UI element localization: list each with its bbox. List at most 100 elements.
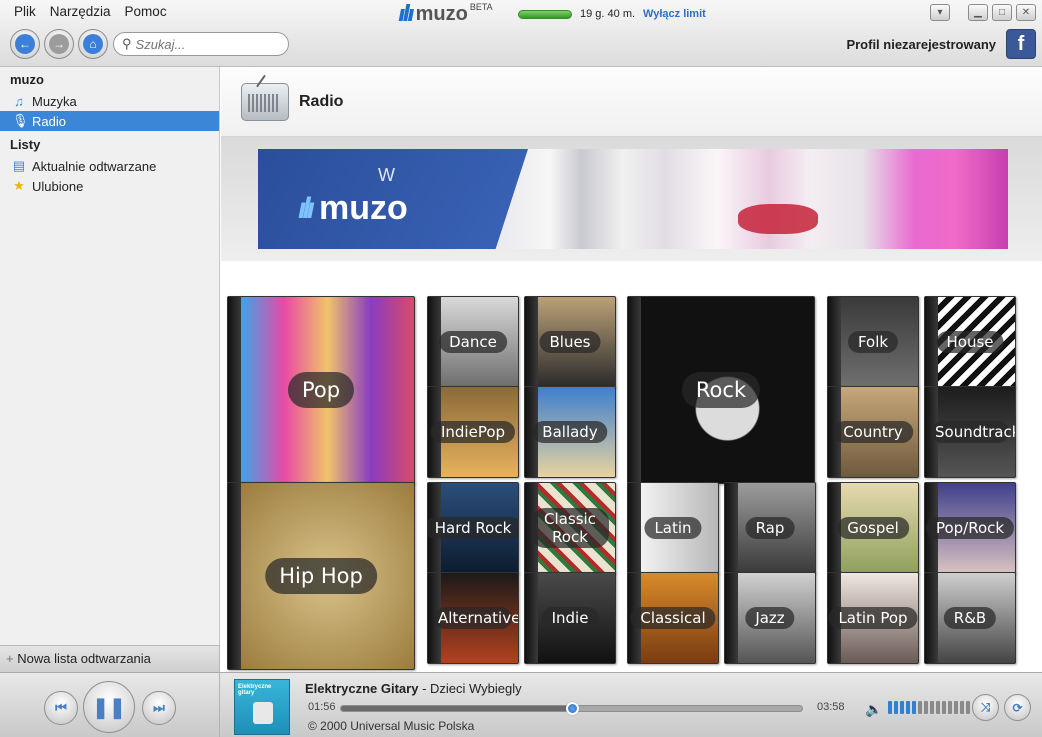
cd-spine [828, 297, 841, 387]
repeat-icon: ⟳ [1012, 700, 1023, 715]
genre-label: Ballady [532, 421, 608, 443]
minimize-button[interactable]: ▁ [968, 4, 988, 21]
forward-button[interactable]: → [44, 29, 74, 59]
home-button[interactable]: ⌂ [78, 29, 108, 59]
sidebar-item-muzyka[interactable]: ♫ Muzyka [0, 91, 219, 111]
pause-button[interactable]: ❚❚ [83, 681, 135, 733]
genre-label: Country [833, 421, 913, 443]
genre-tile-folk[interactable]: Folk [827, 296, 919, 388]
volume-icon[interactable]: 🔈 [865, 701, 882, 718]
banner-area: W ılı muzo [221, 137, 1042, 261]
genre-label: Pop/Rock [925, 517, 1015, 539]
genre-tile-gospel[interactable]: Gospel [827, 482, 919, 574]
shuffle-button[interactable]: ⤨ [972, 694, 999, 721]
genre-tile-classical[interactable]: Classical [627, 572, 719, 664]
arrow-left-icon: ← [15, 34, 35, 54]
repeat-button[interactable]: ⟳ [1004, 694, 1031, 721]
star-icon: ★ [13, 178, 25, 193]
genre-tile-rock[interactable]: Rock [627, 296, 815, 484]
previous-button[interactable]: ⏮ [44, 691, 78, 725]
dropdown-button[interactable]: ▾ [930, 4, 950, 21]
genre-tile-jazz[interactable]: Jazz [724, 572, 816, 664]
volume-bar[interactable] [960, 701, 964, 714]
navigation: ← → ⌂ [10, 29, 108, 59]
beta-badge: BETA [469, 1, 493, 12]
genre-tile-latin-pop[interactable]: Latin Pop [827, 572, 919, 664]
sidebar-item-now-playing[interactable]: ▤ Aktualnie odtwarzane [0, 156, 219, 176]
volume-bar[interactable] [918, 701, 922, 714]
volume-bar[interactable] [954, 701, 958, 714]
genre-label: Folk [847, 331, 899, 353]
seek-bar[interactable] [340, 702, 803, 715]
volume-bar[interactable] [930, 701, 934, 714]
new-playlist-button[interactable]: + Nowa lista odtwarzania [0, 645, 220, 672]
limit-bar [518, 9, 572, 19]
genre-tile-ballady[interactable]: Ballady [524, 386, 616, 478]
seek-handle[interactable] [565, 702, 579, 715]
playback-controls: ⏮ ❚❚ ⏭ [0, 673, 220, 737]
genre-tile-rap[interactable]: Rap [724, 482, 816, 574]
maximize-button[interactable]: □ [992, 4, 1012, 21]
next-icon: ⏭ [153, 700, 165, 715]
genre-tile-indiepop[interactable]: IndiePop [427, 386, 519, 478]
pause-icon: ❚❚ [92, 696, 126, 719]
genre-tile-classic-rock[interactable]: Classic Rock [524, 482, 616, 574]
genre-tile-hard-rock[interactable]: Hard Rock [427, 482, 519, 574]
cd-spine [925, 573, 938, 663]
volume-bar[interactable] [900, 701, 904, 714]
genre-tile-latin[interactable]: Latin [627, 482, 719, 574]
facebook-button[interactable]: f [1006, 29, 1036, 59]
genre-tile-indie[interactable]: Indie [524, 572, 616, 664]
previous-icon: ⏮ [55, 700, 67, 715]
track-separator: - [418, 681, 431, 696]
volume-bar[interactable] [888, 701, 892, 714]
menu-bar: Plik Narzędzia Pomoc [14, 4, 167, 19]
genre-tile-soundtracks[interactable]: Soundtracks [924, 386, 1016, 478]
close-icon: ✕ [1021, 7, 1031, 18]
volume-bar[interactable] [924, 701, 928, 714]
volume-bar[interactable] [966, 701, 970, 714]
sidebar-item-radio[interactable]: 🎙 Radio [0, 111, 219, 131]
track-info: Elektryczne Gitary - Dzieci Wybiegly [305, 681, 522, 696]
cd-spine [525, 573, 538, 663]
next-button[interactable]: ⏭ [142, 691, 176, 725]
genre-tile-r-b[interactable]: R&B [924, 572, 1016, 664]
close-button[interactable]: ✕ [1016, 4, 1036, 21]
volume-slider[interactable] [888, 701, 970, 714]
volume-bar[interactable] [942, 701, 946, 714]
genre-tile-alternative[interactable]: Alternative [427, 572, 519, 664]
microphone-icon: 🎙 [12, 113, 29, 128]
back-button[interactable]: ← [10, 29, 40, 59]
new-playlist-label: Nowa lista odtwarzania [17, 651, 151, 666]
profile-label[interactable]: Profil niezarejestrowany [846, 37, 996, 52]
sidebar-heading-listy: Listy [10, 137, 41, 152]
app-name: muzo [415, 3, 468, 25]
promo-banner[interactable]: W ılı muzo [258, 149, 1008, 249]
genre-tile-country[interactable]: Country [827, 386, 919, 478]
genre-tile-blues[interactable]: Blues [524, 296, 616, 388]
genre-label: Rock [681, 372, 761, 408]
disable-limit-link[interactable]: Wyłącz limit [643, 8, 706, 20]
volume-bar[interactable] [948, 701, 952, 714]
cd-spine [725, 573, 738, 663]
menu-pomoc[interactable]: Pomoc [125, 4, 167, 19]
menu-plik[interactable]: Plik [14, 4, 36, 19]
genre-tile-hip-hop[interactable]: Hip Hop [227, 482, 415, 670]
volume-bar[interactable] [906, 701, 910, 714]
genre-label: Blues [539, 331, 601, 353]
volume-bar[interactable] [894, 701, 898, 714]
menu-narzedzia[interactable]: Narzędzia [50, 4, 111, 19]
sidebar-item-label: Radio [32, 113, 66, 129]
volume-bar[interactable] [936, 701, 940, 714]
elapsed-time: 01:56 [308, 701, 336, 713]
genre-tile-house[interactable]: House [924, 296, 1016, 388]
main-content: Radio W ılı muzo Pop Dance Blues Rock Folk Ho… [221, 67, 1042, 672]
volume-bar[interactable] [912, 701, 916, 714]
playlist-icon: ▤ [12, 158, 26, 173]
search-input[interactable] [135, 36, 276, 52]
genre-tile-pop[interactable]: Pop [227, 296, 415, 484]
sidebar-item-favorites[interactable]: ★ Ulubione [0, 176, 219, 196]
muzo-logo-icon: ılı [298, 191, 315, 225]
genre-tile-pop-rock[interactable]: Pop/Rock [924, 482, 1016, 574]
genre-tile-dance[interactable]: Dance [427, 296, 519, 388]
